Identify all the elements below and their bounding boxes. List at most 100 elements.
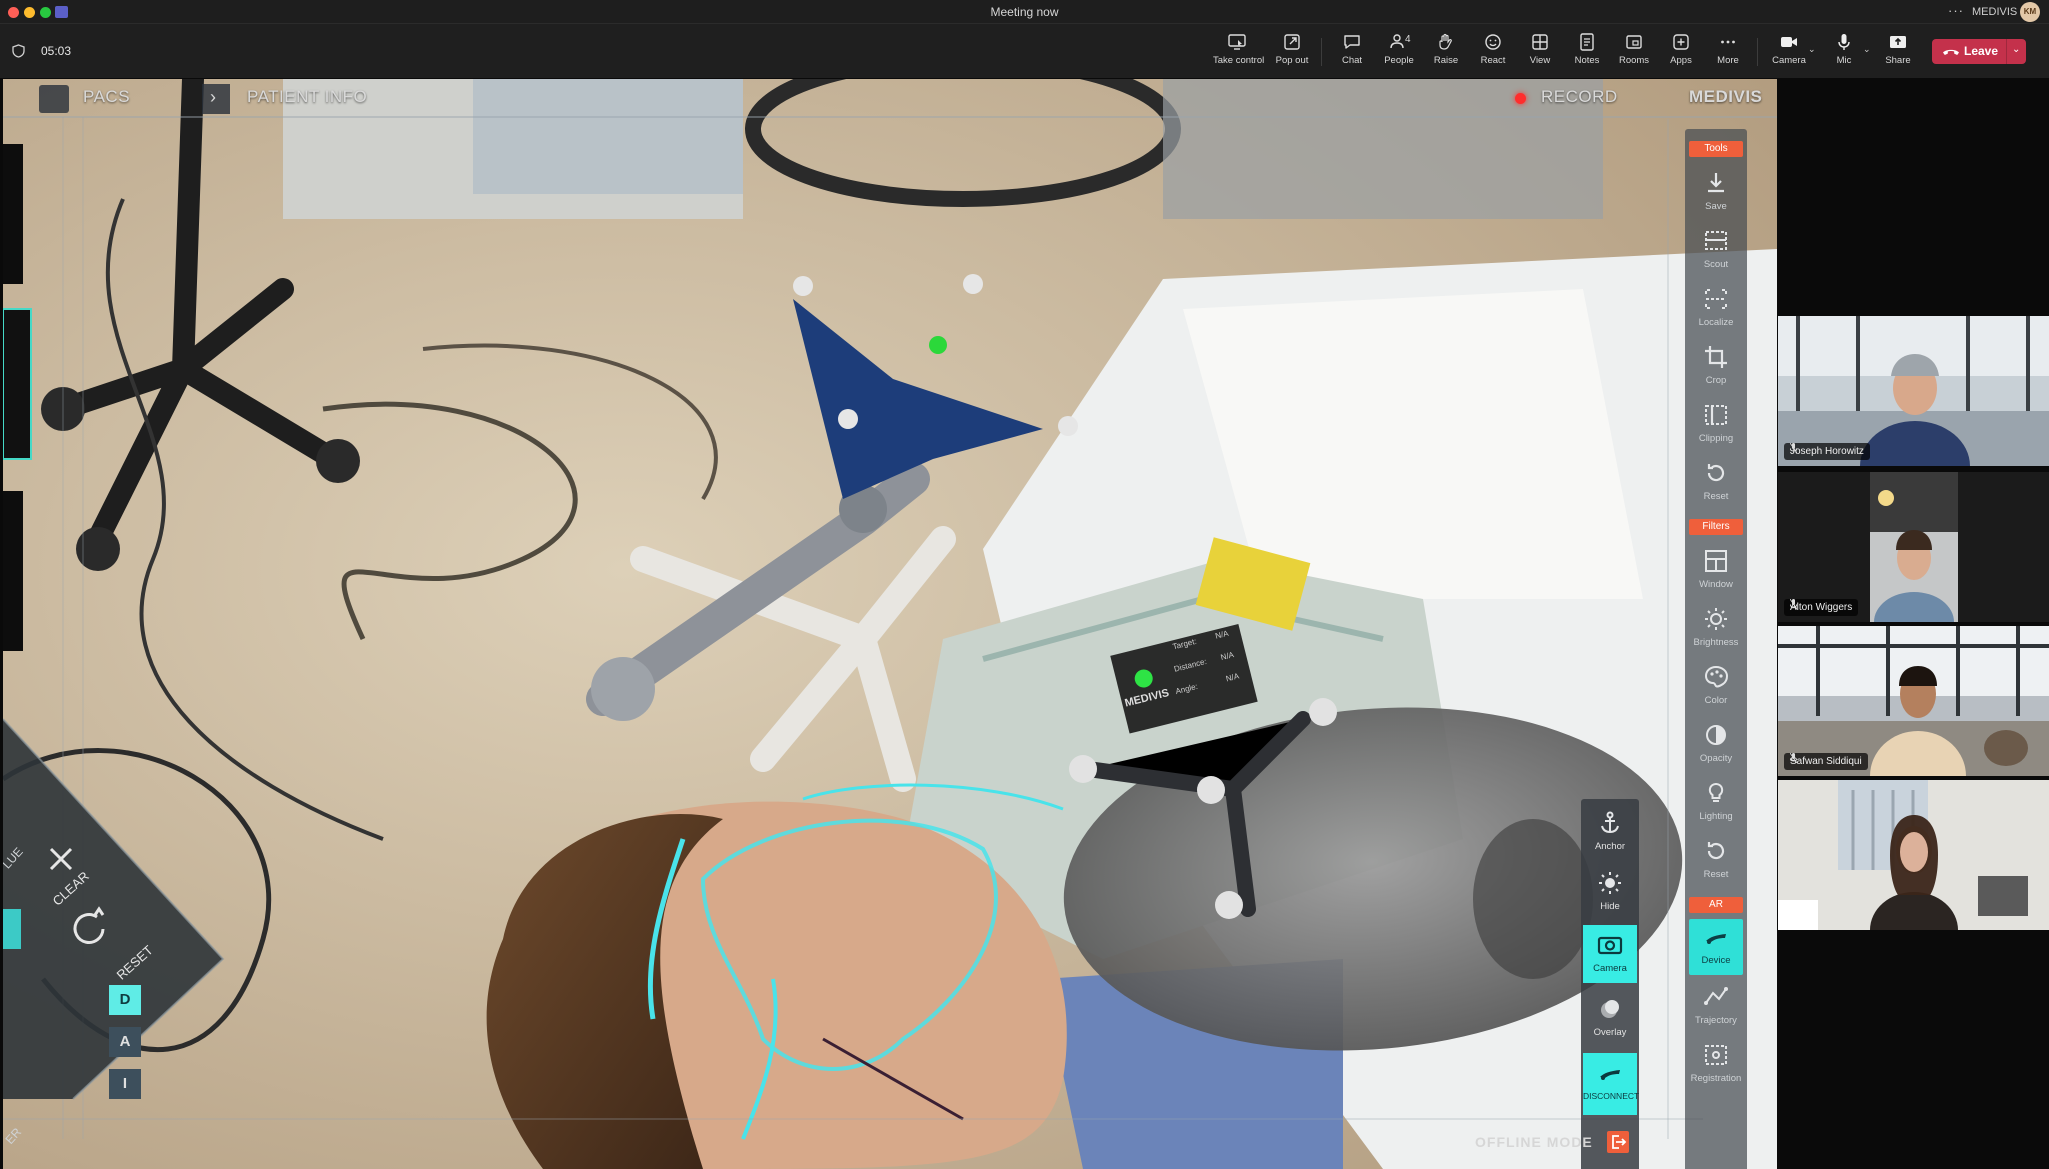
participant-tile[interactable]: Safwan Siddiqui (1778, 626, 2049, 776)
patient-info-button[interactable]: PATIENT INFO (247, 87, 367, 107)
share-button[interactable]: Share (1874, 32, 1922, 72)
tracker-angle-label: Angle: (1174, 681, 1199, 697)
crop-tool-button[interactable]: Crop (1689, 339, 1743, 395)
more-options-icon[interactable]: ··· (1948, 3, 1964, 18)
offline-mode-label: OFFLINE MODE (1475, 1134, 1593, 1150)
pop-out-icon (1284, 34, 1300, 50)
reset-filter-button[interactable]: Reset (1689, 833, 1743, 889)
scout-grid-icon (1705, 231, 1727, 250)
tracker-brand: MEDIVIS (1123, 686, 1171, 710)
window-filter-button[interactable]: Window (1689, 543, 1743, 599)
participant-name-text: Alton Wiggers (1790, 602, 1853, 613)
clear-button[interactable]: CLEAR (50, 868, 92, 908)
save-tool-button[interactable]: Save (1689, 165, 1743, 221)
mic-label: Mic (1836, 55, 1852, 66)
color-filter-button[interactable]: Color (1689, 659, 1743, 715)
clipping-tool-label: Clipping (1698, 433, 1734, 444)
overlay-icon (1601, 1000, 1619, 1018)
people-button[interactable]: People 4 (1375, 32, 1423, 72)
chat-button[interactable]: Chat (1328, 32, 1376, 72)
medivis-brand: MEDIVIS (1689, 87, 1763, 106)
meeting-toolbar: 05:03 Take control Pop out Chat People 4… (0, 24, 2049, 78)
leave-options-chevron-icon[interactable]: ⌄ (2012, 44, 2020, 55)
mic-button[interactable]: Mic (1820, 32, 1868, 72)
react-button[interactable]: React (1469, 32, 1517, 72)
view-i-button[interactable]: I (109, 1069, 141, 1099)
trajectory-ar-button[interactable]: Trajectory (1689, 979, 1743, 1035)
tracker-target-label: Target: (1171, 636, 1198, 652)
clipping-icon (1705, 405, 1727, 425)
participant-tile[interactable]: Alton Wiggers (1778, 472, 2049, 622)
take-control-label: Take control (1213, 55, 1265, 66)
localize-tool-button[interactable]: Localize (1689, 281, 1743, 337)
color-filter-label: Color (1704, 695, 1728, 706)
hide-sun-icon (1599, 872, 1621, 894)
mic-off-icon (1790, 443, 1797, 453)
surgical-scene-image (3, 79, 1777, 1169)
lighting-filter-label: Lighting (1699, 811, 1733, 822)
device-pointer-icon (1706, 934, 1726, 944)
smiley-icon (1485, 34, 1501, 50)
share-label: Share (1885, 55, 1911, 66)
palette-icon (1704, 665, 1729, 688)
mic-off-icon (1790, 753, 1797, 763)
people-count-badge: 4 (1405, 34, 1411, 45)
participant-name: Joseph Horowitz (1784, 443, 1870, 460)
anchor-button[interactable]: Anchor (1583, 803, 1637, 861)
overlay-button[interactable]: Overlay (1583, 989, 1637, 1047)
title-bar: Meeting now ··· MEDIVIS KM (0, 0, 2049, 24)
leave-button[interactable]: Leave ⌄ (1932, 39, 2026, 64)
mic-options-chevron-icon[interactable]: ⌄ (1863, 44, 1871, 55)
toolbar-divider (1321, 38, 1322, 66)
more-label: More (1717, 55, 1739, 66)
view-d-button[interactable]: D (109, 985, 141, 1015)
hide-label: Hide (1600, 901, 1620, 912)
chevron-right-icon[interactable]: › (202, 84, 230, 114)
anchor-icon (1601, 811, 1619, 834)
notes-button[interactable]: Notes (1563, 32, 1611, 72)
raise-hand-button[interactable]: Raise (1422, 32, 1470, 72)
view-a-button[interactable]: A (109, 1027, 141, 1057)
mic-off-icon (1790, 599, 1797, 609)
tools-section-header: Tools (1689, 141, 1743, 157)
participant-tile[interactable] (1778, 780, 2049, 930)
clipping-tool-button[interactable]: Clipping (1689, 397, 1743, 453)
record-button[interactable]: RECORD (1541, 87, 1618, 107)
reset-view-button[interactable]: RESET (114, 942, 156, 982)
pop-out-button[interactable]: Pop out (1268, 32, 1316, 72)
tracker-target-value: N/A (1214, 628, 1230, 641)
pop-out-label: Pop out (1275, 55, 1309, 66)
reset-tool-label: Reset (1703, 491, 1729, 502)
download-icon (1708, 173, 1724, 193)
apps-button[interactable]: Apps (1657, 32, 1705, 72)
exit-offline-icon[interactable] (1607, 1131, 1629, 1153)
view-button[interactable]: View (1516, 32, 1564, 72)
take-control-button[interactable]: Take control (1213, 32, 1265, 72)
user-avatar[interactable]: KM (2020, 2, 2040, 22)
rooms-icon (1626, 35, 1642, 49)
device-pointer-icon (1600, 1070, 1620, 1080)
sun-icon (1705, 608, 1727, 630)
ar-camera-button[interactable]: Camera (1583, 925, 1637, 983)
participant-tile[interactable]: Joseph Horowitz (1778, 316, 2049, 466)
camera-button[interactable]: Camera (1765, 32, 1813, 72)
device-ar-button[interactable]: Device (1689, 919, 1743, 975)
ar-camera-label: Camera (1593, 963, 1627, 974)
opacity-filter-button[interactable]: Opacity (1689, 717, 1743, 773)
scout-tool-button[interactable]: Scout (1689, 223, 1743, 279)
lighting-filter-button[interactable]: Lighting (1689, 775, 1743, 831)
pacs-button[interactable]: PACS (83, 87, 130, 107)
localize-icon (1705, 289, 1727, 309)
hide-button[interactable]: Hide (1583, 863, 1637, 921)
brightness-filter-button[interactable]: Brightness (1689, 601, 1743, 657)
registration-ar-button[interactable]: Registration (1689, 1037, 1743, 1093)
opacity-icon (1706, 725, 1726, 745)
rooms-button[interactable]: Rooms (1610, 32, 1658, 72)
pacs-menu-icon[interactable] (39, 85, 69, 113)
camera-options-chevron-icon[interactable]: ⌄ (1808, 44, 1816, 55)
disconnect-button[interactable]: DISCONNECT (1583, 1053, 1639, 1115)
more-button[interactable]: More (1704, 32, 1752, 72)
reset-tool-button[interactable]: Reset (1689, 455, 1743, 511)
apps-plus-icon (1673, 34, 1689, 50)
tracker-angle-value: N/A (1224, 671, 1241, 684)
